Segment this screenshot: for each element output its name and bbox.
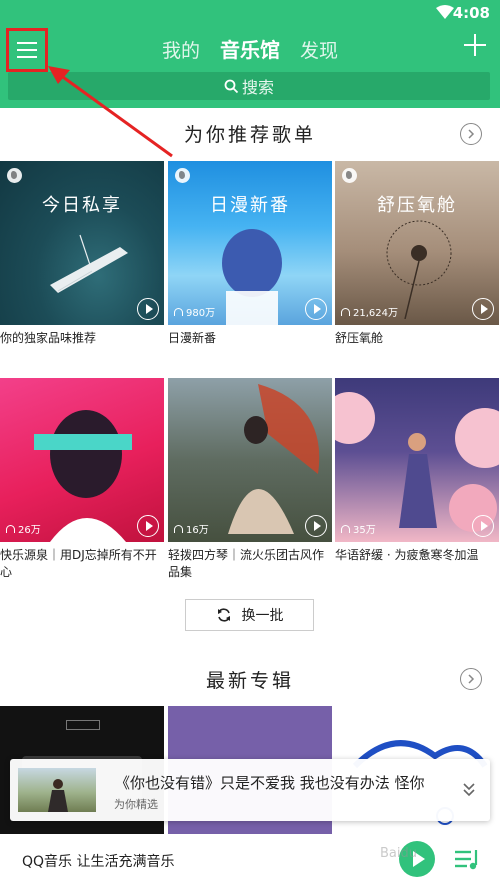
playlist-label: 华语舒缓 · 为疲惫寒冬加温 <box>335 548 479 562</box>
playlist-cover[interactable]: 舒压氧舱 21,624万 <box>335 161 499 325</box>
headphone-icon <box>341 307 350 316</box>
play-count: 26万 <box>6 521 41 536</box>
playlist-card[interactable]: 16万 轻拨四方琴｜流火乐团古风作品集 <box>168 378 332 581</box>
headphone-icon <box>6 524 15 533</box>
playlist-label: 轻拨四方琴｜流火乐团古风作品集 <box>168 548 325 579</box>
play-count: 21,624万 <box>341 304 398 319</box>
playlist-cover[interactable]: 日漫新番 980万 <box>168 161 332 325</box>
singer-image <box>48 779 68 812</box>
globe-icon <box>175 168 190 183</box>
playlist-label: 你的独家品味推荐 <box>0 331 97 345</box>
play-count: 16万 <box>174 521 209 536</box>
play-count-value: 26万 <box>18 525 41 536</box>
headphone-icon <box>174 524 183 533</box>
tab-mine[interactable]: 我的 <box>162 36 200 63</box>
bottom-bar: QQ音乐 让生活充满音乐 <box>0 834 500 889</box>
playlist-cover[interactable]: 今日私享 <box>0 161 164 325</box>
globe-icon <box>7 168 22 183</box>
play-count: 980万 <box>174 304 215 319</box>
dandelion-image <box>386 220 452 319</box>
search-icon <box>224 79 239 93</box>
mini-player-subtitle: 为你精选 <box>114 798 158 811</box>
search-bar[interactable]: 搜索 <box>8 72 490 100</box>
globe-icon <box>342 168 357 183</box>
play-count-value: 16万 <box>186 525 209 536</box>
status-time: 4:08 <box>452 4 490 22</box>
top-tabs: 我的 音乐馆 发现 <box>0 34 500 63</box>
wifi-icon <box>436 5 454 19</box>
guqin-player-illustration <box>228 384 320 534</box>
refresh-icon <box>217 608 230 622</box>
play-count-value: 35万 <box>353 525 376 536</box>
playlist-icon[interactable] <box>455 848 481 870</box>
playlist-cover[interactable]: 35万 <box>335 378 499 542</box>
playlist-cover[interactable]: 16万 <box>168 378 332 542</box>
headphone-icon <box>341 524 350 533</box>
tab-discover[interactable]: 发现 <box>300 36 338 63</box>
play-icon[interactable] <box>472 298 494 320</box>
watermark-text: Baidu <box>380 846 417 861</box>
mini-player-thumbnail[interactable] <box>18 768 96 812</box>
cover-title: 日漫新番 <box>210 195 290 216</box>
play-icon[interactable] <box>137 515 159 537</box>
playlist-cover[interactable]: 26万 <box>0 378 164 542</box>
play-icon[interactable] <box>305 298 327 320</box>
playlist-label: 日漫新番 <box>168 331 217 345</box>
girl-illustration <box>222 229 282 325</box>
recommend-more-icon[interactable] <box>460 123 482 145</box>
play-count-value: 980万 <box>186 308 216 319</box>
playlist-card[interactable]: 日漫新番 980万 日漫新番 <box>168 161 332 347</box>
chevron-right-icon <box>468 674 475 684</box>
play-icon[interactable] <box>472 515 494 537</box>
play-icon[interactable] <box>137 298 159 320</box>
playlist-card[interactable]: 今日私享 你的独家品味推荐 <box>0 161 164 347</box>
play-count: 35万 <box>341 521 376 536</box>
headphone-icon <box>174 307 183 316</box>
mini-player[interactable]: 《你也没有错》只是不爱我 我也没有办法 怪你 为你精选 <box>10 759 490 821</box>
refresh-button[interactable]: 换一批 <box>185 599 314 631</box>
mini-player-song: 《你也没有错》只是不爱我 我也没有办法 怪你 <box>115 774 425 792</box>
bottom-slogan: QQ音乐 让生活充满音乐 <box>22 854 175 870</box>
playlist-card[interactable]: 35万 华语舒缓 · 为疲惫寒冬加温 <box>335 378 499 564</box>
sailboat-image <box>50 234 128 293</box>
app-header: 4:08 我的 音乐馆 发现 搜索 <box>0 0 500 108</box>
play-count-value: 21,624万 <box>353 308 398 319</box>
cover-title: 今日私享 <box>42 195 122 216</box>
refresh-label: 换一批 <box>241 608 284 624</box>
play-icon[interactable] <box>305 515 327 537</box>
section-title-albums: 最新专辑 <box>205 670 294 692</box>
double-chevron-down-icon[interactable] <box>462 781 476 799</box>
status-bar: 4:08 <box>0 0 500 28</box>
playlist-label: 舒压氧舱 <box>335 331 384 345</box>
tab-music-hall[interactable]: 音乐馆 <box>220 34 280 63</box>
playlist-label: 快乐源泉｜用DJ忘掉所有不开心 <box>0 548 157 579</box>
add-button[interactable] <box>464 34 486 56</box>
chevron-right-icon <box>468 129 475 139</box>
playlist-card[interactable]: 舒压氧舱 21,624万 舒压氧舱 <box>335 161 499 347</box>
albums-more-icon[interactable] <box>460 668 482 690</box>
section-title-recommend: 为你推荐歌单 <box>183 124 316 146</box>
playlist-card[interactable]: 26万 快乐源泉｜用DJ忘掉所有不开心 <box>0 378 164 581</box>
woman-illustration <box>34 410 132 542</box>
search-placeholder: 搜索 <box>241 78 274 97</box>
